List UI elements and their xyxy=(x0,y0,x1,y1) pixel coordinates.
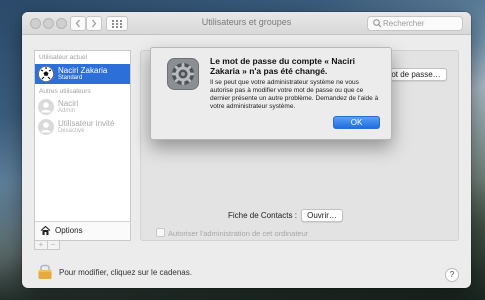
contacts-card-label: Fiche de Contacts : xyxy=(228,211,297,220)
search-icon xyxy=(373,19,382,28)
user-role: Désactivé xyxy=(58,128,85,134)
alert-message: Il se peut que votre administrateur syst… xyxy=(210,79,379,110)
search-field[interactable]: Rechercher xyxy=(367,16,463,31)
user-row-guest[interactable]: Utilisateur invité Désactivé xyxy=(35,117,130,137)
person-silhouette-icon xyxy=(38,99,54,115)
options-label: Options xyxy=(55,226,83,235)
allow-admin-checkbox[interactable] xyxy=(156,228,165,237)
house-icon xyxy=(40,225,51,235)
user-avatar xyxy=(38,119,54,135)
user-role: Admin xyxy=(58,108,76,114)
user-avatar xyxy=(38,99,54,115)
padlock-icon[interactable] xyxy=(37,262,53,280)
user-row-naciri[interactable]: Naciri Admin xyxy=(35,97,130,117)
allow-admin-label: Autoriser l'administration de cet ordina… xyxy=(168,229,309,238)
soccer-ball-avatar xyxy=(38,66,54,82)
options-item[interactable]: Options xyxy=(35,221,130,240)
user-name: Naciri Zakaria xyxy=(58,66,108,75)
search-placeholder: Rechercher xyxy=(383,18,425,28)
error-alert-dialog: Le mot de passe du compte « Naciri Zakar… xyxy=(150,47,392,140)
add-user-button[interactable]: + xyxy=(35,241,47,249)
allow-admin-row[interactable]: Autoriser l'administration de cet ordina… xyxy=(156,228,308,238)
open-contacts-button[interactable]: Ouvrir… xyxy=(301,209,343,222)
alert-title: Le mot de passe du compte « Naciri Zakar… xyxy=(210,56,356,76)
user-name: Naciri xyxy=(58,99,79,108)
soccer-ball-icon xyxy=(38,66,54,82)
other-users-header: Autres utilisateurs xyxy=(39,88,91,95)
add-remove-control: + − xyxy=(34,241,60,250)
remove-user-button[interactable]: − xyxy=(47,241,59,249)
lock-instruction-text: Pour modifier, cliquez sur le cadenas. xyxy=(59,268,192,277)
user-row-current[interactable]: Naciri Zakaria Standard xyxy=(35,64,130,84)
system-preferences-gear-icon xyxy=(167,58,199,90)
user-name: Utilisateur invité xyxy=(58,119,115,128)
user-role: Standard xyxy=(58,75,83,81)
current-user-header: Utilisateur actuel xyxy=(39,54,88,61)
user-list-sidebar: Utilisateur actuel Naciri Zakaria Standa… xyxy=(34,50,131,241)
person-silhouette-icon xyxy=(38,119,54,135)
help-button[interactable]: ? xyxy=(445,268,459,282)
ok-button[interactable]: OK xyxy=(333,116,380,129)
preferences-window: Utilisateurs et groupes Rechercher Utili… xyxy=(22,12,471,288)
title-bar: Utilisateurs et groupes Rechercher xyxy=(22,12,471,35)
